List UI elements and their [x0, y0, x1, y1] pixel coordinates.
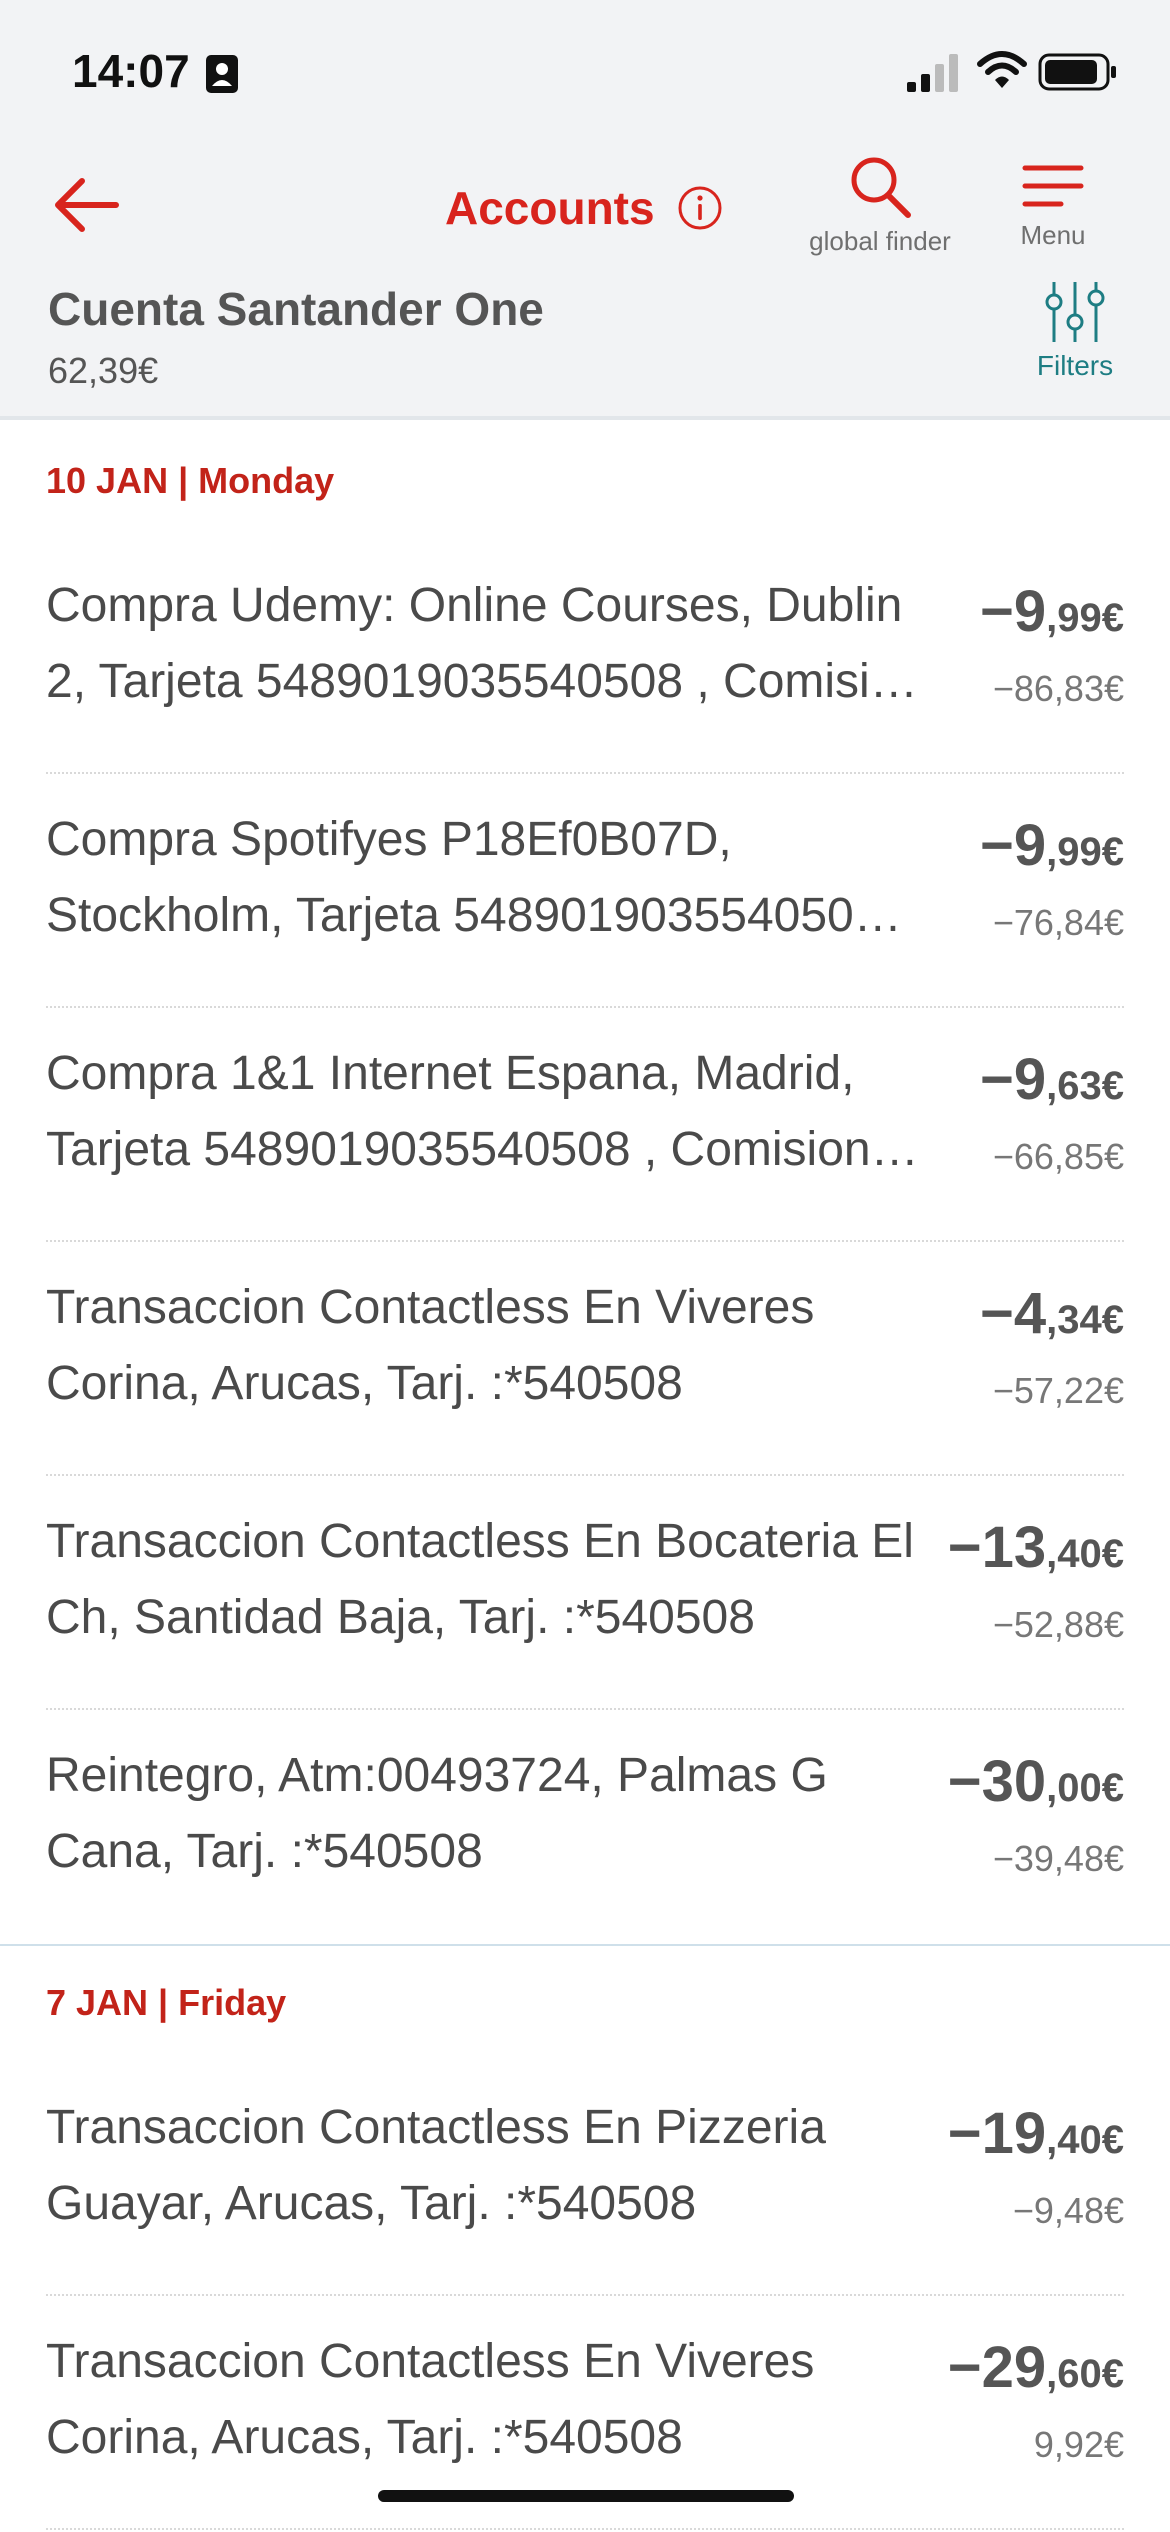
transaction-amount: −30,00€ [947, 1749, 1124, 1814]
top-header: 14:07 Accounts global finder Menu Cuenta… [0, 0, 1170, 420]
account-balance: 62,39€ [48, 350, 159, 391]
global-finder-button[interactable]: global finder [792, 152, 968, 262]
title-group: Accounts [445, 178, 723, 238]
transaction-row[interactable]: Transaccion Contactless En Bocateria El … [46, 1476, 1124, 1710]
menu-icon [1022, 165, 1084, 207]
transactions-list: 10 JAN | Monday Compra Udemy: Online Cou… [0, 424, 1170, 2530]
wifi-icon [977, 51, 1027, 88]
transaction-row[interactable]: Compra Udemy: Online Courses, Dublin 2, … [46, 540, 1124, 774]
battery-icon [1038, 53, 1116, 91]
transaction-row[interactable]: Reintegro, Atm:00493724, Palmas G Cana, … [46, 1710, 1124, 1944]
account-name: Cuenta Santander One [48, 283, 544, 335]
transaction-amount: −29,60€ [947, 2335, 1124, 2400]
transaction-description: Transaccion Contactless En Viveres Corin… [46, 2335, 815, 2464]
transaction-description: Transaccion Contactless En Bocateria El … [46, 1515, 914, 1644]
running-balance: −86,83€ [992, 668, 1124, 709]
transaction-description: Compra Udemy: Online Courses, Dublin 2, … [46, 579, 924, 708]
running-balance: 9,92€ [1033, 2424, 1124, 2465]
page-title: Accounts [445, 182, 655, 234]
transaction-amount: −13,40€ [947, 1515, 1124, 1580]
transaction-amount: −9,99€ [980, 579, 1124, 644]
filters-label: Filters [1036, 350, 1114, 381]
menu-button[interactable]: Menu [998, 160, 1108, 260]
transaction-description: Compra Spotifyes P18Ef0B07D, Stockholm, … [46, 813, 908, 942]
transaction-amount: −9,99€ [980, 813, 1124, 878]
transaction-row[interactable]: Transaccion Contactless En Viveres Corin… [46, 1242, 1124, 1476]
sliders-icon [1045, 282, 1105, 342]
running-balance: −9,48€ [1012, 2190, 1124, 2231]
back-arrow-icon[interactable] [50, 175, 122, 235]
search-icon [851, 157, 911, 218]
running-balance: −66,85€ [992, 1136, 1124, 1177]
date-section: 10 JAN | Monday Compra Udemy: Online Cou… [0, 424, 1170, 1944]
date-section: 7 JAN | Friday Transaccion Contactless E… [0, 1946, 1170, 2530]
running-balance: −39,48€ [992, 1838, 1124, 1879]
running-balance: −52,88€ [992, 1604, 1124, 1645]
menu-label: Menu [1020, 220, 1086, 250]
transaction-description: Compra 1&1 Internet Espana, Madrid, Tarj… [46, 1047, 871, 1176]
filters-button[interactable]: Filters [1020, 280, 1130, 390]
transaction-amount: −4,34€ [980, 1281, 1124, 1346]
date-header: 10 JAN | Monday [46, 460, 335, 501]
info-icon[interactable] [677, 185, 723, 231]
transaction-row[interactable]: Compra Spotifyes P18Ef0B07D, Stockholm, … [46, 774, 1124, 1008]
running-balance: −76,84€ [992, 902, 1124, 943]
global-finder-label: global finder [809, 226, 951, 256]
transaction-row[interactable]: Compra 1&1 Internet Espana, Madrid, Tarj… [46, 1008, 1124, 1242]
cellular-signal-icon [907, 54, 958, 92]
running-balance: −57,22€ [992, 1370, 1124, 1411]
date-header: 7 JAN | Friday [46, 1982, 287, 2023]
transaction-amount: −9,63€ [980, 1047, 1124, 1112]
transaction-row[interactable]: Transaccion Contactless En Pizzeria Guay… [46, 2062, 1124, 2296]
transaction-description: Transaccion Contactless En Viveres Corin… [46, 1281, 815, 1410]
transaction-amount: −19,40€ [947, 2101, 1124, 2166]
status-bar: 14:07 [0, 0, 1170, 140]
home-indicator[interactable] [378, 2490, 794, 2502]
transaction-description: Transaccion Contactless En Pizzeria Guay… [46, 2101, 826, 2230]
transaction-description: Reintegro, Atm:00493724, Palmas G Cana, … [46, 1749, 828, 1878]
status-time: 14:07 [72, 45, 190, 97]
contact-card-icon [206, 55, 238, 93]
